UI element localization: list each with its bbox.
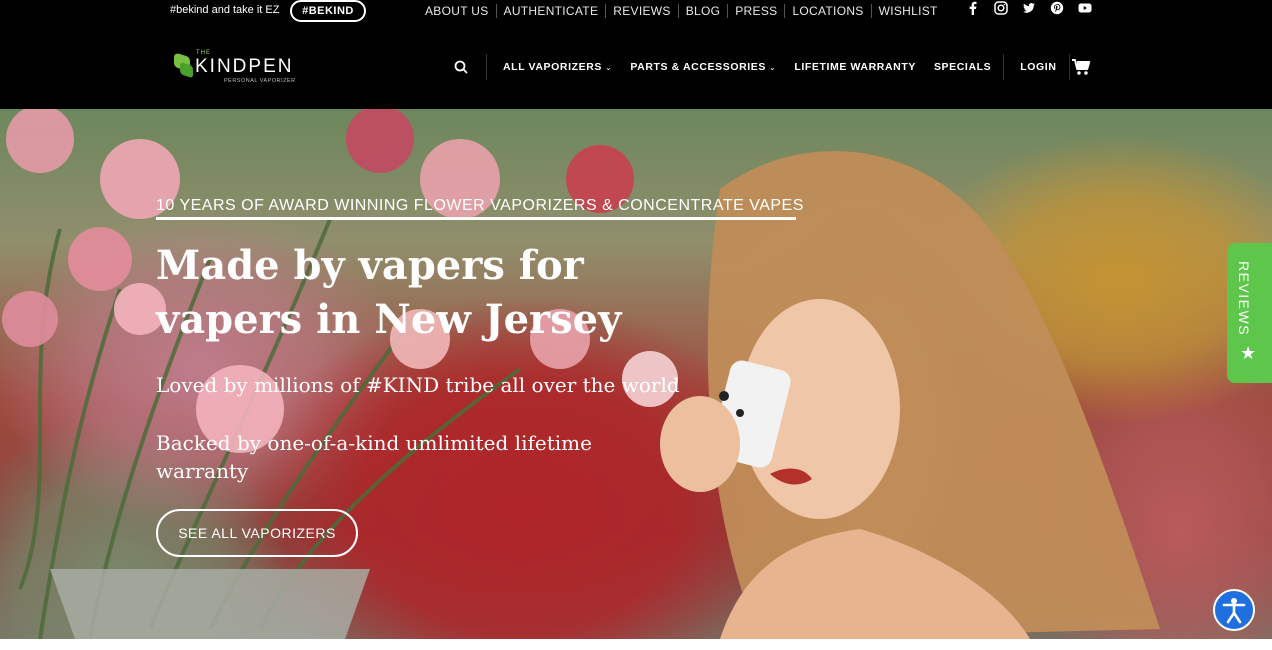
reviews-side-tab[interactable]: REVIEWS ★ [1227,243,1272,383]
top-links: ABOUT US AUTHENTICATE REVIEWS BLOG PRESS… [418,4,945,18]
main-header: THE KINDPEN PERSONAL VAPORIZER ALL VAPOR… [0,22,1272,109]
top-link-wishlist[interactable]: WISHLIST [870,4,945,18]
reviews-tab-label: REVIEWS [1236,261,1252,337]
facebook-icon[interactable] [966,1,980,16]
hero-content: 10 YEARS OF AWARD WINNING FLOWER VAPORIZ… [0,109,1272,639]
nav-divider [1003,54,1005,80]
top-link-about-us[interactable]: ABOUT US [418,4,496,18]
tagline: #bekind and take it EZ [170,4,280,16]
top-link-blog[interactable]: BLOG [677,4,728,18]
chevron-down-icon: ⌄ [605,63,613,72]
cart-icon[interactable] [1071,58,1091,76]
top-bar: #bekind and take it EZ #BEKIND ABOUT US … [0,0,1272,22]
main-nav: ALL VAPORIZERS ⌄ PARTS & ACCESSORIES ⌄ LIF… [448,52,1080,82]
eyebrow-underline [156,217,796,220]
nav-parts-accessories[interactable]: PARTS & ACCESSORIES ⌄ [630,61,776,73]
top-link-authenticate[interactable]: AUTHENTICATE [495,4,606,18]
hero-headline: Made by vapers for vapers in New Jersey [156,242,622,343]
see-all-vaporizers-button[interactable]: SEE ALL VAPORIZERS [156,509,358,557]
kindpen-logo[interactable]: THE KINDPEN PERSONAL VAPORIZER [172,50,297,86]
accessibility-button[interactable] [1213,589,1255,631]
top-link-press[interactable]: PRESS [727,4,784,18]
social-icons [966,1,1092,16]
youtube-icon[interactable] [1078,1,1092,15]
nav-divider [486,54,487,80]
page-bottom-strip [0,639,1272,650]
hero-subtitle-1: Loved by millions of #KIND tribe all ove… [156,373,680,397]
bekind-pill-button[interactable]: #BEKIND [290,0,366,22]
leaf-logo-icon [174,53,193,78]
nav-specials[interactable]: SPECIALS [934,61,991,73]
nav-all-vaporizers[interactable]: ALL VAPORIZERS ⌄ [503,61,612,73]
pinterest-icon[interactable] [1050,1,1064,15]
nav-lifetime-warranty[interactable]: LIFETIME WARRANTY [794,61,916,73]
instagram-icon[interactable] [994,1,1008,15]
hero-subtitle-2: Backed by one-of-a-kind umlimited lifeti… [156,431,592,483]
chevron-down-icon: ⌄ [769,63,777,72]
accessibility-icon [1222,598,1246,624]
nav-divider [1068,54,1070,80]
top-link-reviews[interactable]: REVIEWS [605,4,677,18]
hero-banner: 10 YEARS OF AWARD WINNING FLOWER VAPORIZ… [0,109,1272,639]
search-icon[interactable] [448,54,474,80]
twitter-icon[interactable] [1022,1,1036,15]
top-link-locations[interactable]: LOCATIONS [784,4,870,18]
star-icon: ★ [1240,343,1257,363]
nav-login[interactable]: LOGIN [1020,61,1056,73]
hero-eyebrow: 10 YEARS OF AWARD WINNING FLOWER VAPORIZ… [156,197,804,214]
